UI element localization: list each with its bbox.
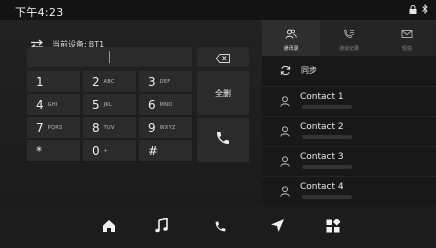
contact-item[interactable]: Contact 4 [262,176,436,205]
contact-number-redacted [302,165,352,169]
home-icon [102,218,116,237]
nav-home-button[interactable] [98,216,120,238]
sync-label: 同步 [301,65,317,75]
contact-name: Contact 3 [300,152,344,162]
tab-contacts-label: 通讯录 [283,46,299,52]
contact-name: Contact 4 [300,182,344,192]
tab-sms[interactable]: 短信 [378,20,436,56]
key-6[interactable]: 6 MNO [139,94,192,115]
sync-button[interactable]: 同步 [262,58,436,82]
tab-call-log-label: 通话记录 [338,46,359,52]
sms-icon [401,24,413,43]
key-0[interactable]: 0 + [83,140,136,161]
number-input[interactable] [27,47,192,67]
contact-item[interactable]: Contact 1 [262,86,436,115]
contact-item[interactable]: Contact 3 [262,146,436,175]
music-icon [155,217,169,237]
contact-name: Contact 2 [300,122,344,132]
call-button[interactable] [197,118,249,162]
contact-name: Contact 1 [300,92,344,102]
contact-item[interactable]: Contact 2 [262,116,436,145]
bottom-nav [0,205,436,248]
key-hash[interactable]: # [139,140,192,161]
key-9[interactable]: 9 WXYZ [139,117,192,138]
key-8[interactable]: 8 TUV [83,117,136,138]
nav-apps-button[interactable] [322,216,344,238]
nav-phone-button[interactable] [209,216,231,238]
bluetooth-icon [422,4,428,14]
key-2[interactable]: 2 ABC [83,71,136,92]
key-7[interactable]: 7 PQRS [27,117,80,138]
delete-all-button[interactable]: 全删 [197,71,249,115]
person-icon [280,156,290,167]
apps-icon [326,217,341,237]
phone-icon [215,130,231,150]
tab-contacts[interactable]: 通讯录 [262,20,320,56]
key-3[interactable]: 3 DEF [139,71,192,92]
person-icon [280,126,290,137]
phone-icon [214,218,227,237]
nav-navigation-button[interactable] [266,216,288,238]
tab-bar: 通讯录 通话记录 短信 [262,20,436,56]
contact-number-redacted [302,195,352,199]
contacts-panel: 通讯录 通话记录 短信 同步 Contact 1 Contact 2 Conta… [262,20,436,205]
tab-sms-label: 短信 [401,46,412,52]
contact-number-redacted [302,135,352,139]
person-icon [280,186,290,197]
call-log-icon [343,24,355,43]
key-5[interactable]: 5 JKL [83,94,136,115]
tab-call-log[interactable]: 通话记录 [320,20,378,56]
status-bar: 下午4:23 [0,0,436,20]
contact-number-redacted [302,105,352,109]
sync-icon [280,61,291,80]
key-star[interactable]: * [27,140,80,161]
key-4[interactable]: 4 GHI [27,94,80,115]
backspace-button[interactable] [197,47,249,67]
contacts-icon [285,24,297,43]
clock: 下午4:23 [15,6,64,19]
key-1[interactable]: 1 [27,71,80,92]
text-cursor [109,51,110,63]
navigation-icon [270,218,285,237]
person-icon [280,96,290,107]
lock-icon [409,4,417,14]
backspace-icon [215,48,230,67]
nav-music-button[interactable] [151,216,173,238]
